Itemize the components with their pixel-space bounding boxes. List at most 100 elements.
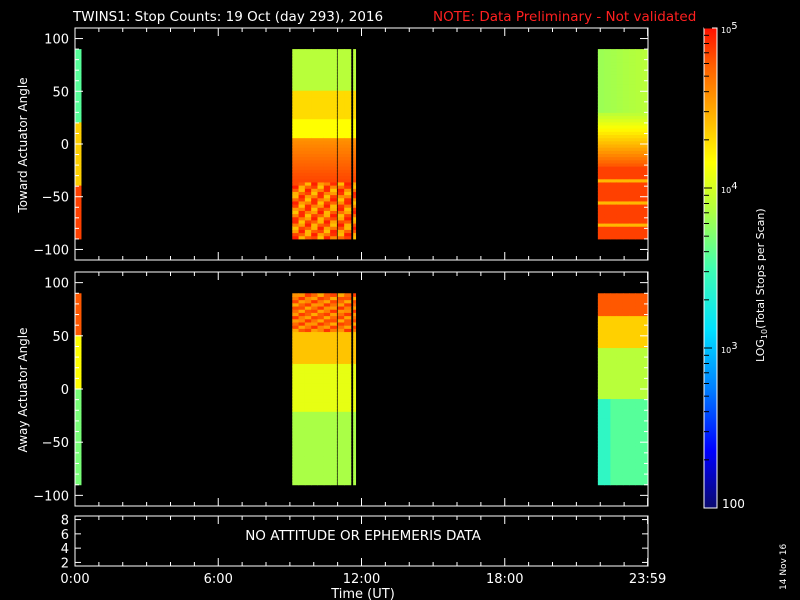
heatmap-cell: [629, 90, 636, 94]
heatmap-cell: [622, 382, 630, 387]
heatmap-cell: [311, 175, 318, 180]
heatmap-cell: [622, 172, 630, 177]
heatmap-cell: [330, 169, 337, 173]
heatmap-cell: [330, 334, 337, 339]
heatmap-cell: [622, 293, 630, 297]
heatmap-cell: [344, 443, 352, 447]
heatmap-cell: [622, 90, 630, 94]
heatmap-cell: [597, 223, 605, 227]
heatmap-cell: [323, 131, 331, 136]
heatmap-cell: [629, 382, 636, 387]
heatmap-cell: [629, 172, 636, 177]
heatmap-cell: [604, 172, 611, 177]
heatmap-cell: [635, 83, 643, 88]
heatmap-cell: [304, 331, 312, 336]
heatmap-cell: [75, 315, 82, 320]
heatmap-cell: [311, 478, 318, 483]
heatmap-cell: [311, 207, 318, 211]
heatmap-cell: [622, 58, 630, 63]
heatmap-cell: [616, 153, 624, 158]
heatmap-cell: [292, 83, 300, 88]
heatmap-cell: [330, 200, 337, 205]
heatmap-cell: [610, 131, 618, 136]
heatmap-cell: [298, 481, 306, 486]
heatmap-cell: [344, 401, 352, 406]
heatmap-cell: [641, 74, 649, 79]
heatmap-cell: [604, 328, 611, 333]
heatmap-cell: [337, 353, 345, 358]
heatmap-segment: [292, 293, 337, 486]
heatmap-cell: [292, 178, 300, 183]
heatmap-cell: [292, 376, 300, 380]
heatmap-cell: [311, 302, 318, 307]
heatmap-cell: [323, 235, 331, 240]
heatmap-cell: [337, 140, 345, 145]
heatmap-cell: [641, 169, 649, 173]
heatmap-cell: [610, 344, 618, 349]
heatmap-cell: [610, 52, 618, 56]
heatmap-cell: [635, 341, 643, 345]
heatmap-cell: [292, 229, 300, 234]
heatmap-cell: [629, 353, 636, 358]
heatmap-cell: [629, 306, 636, 310]
heatmap-cell: [304, 191, 312, 196]
heatmap-cell: [641, 80, 649, 85]
heatmap-cell: [610, 452, 618, 457]
heatmap-cell: [622, 452, 630, 457]
heatmap-cell: [616, 344, 624, 349]
heatmap-cell: [604, 385, 611, 390]
heatmap-cell: [597, 131, 605, 136]
heatmap-cell: [75, 433, 82, 438]
heatmap-cell: [604, 58, 611, 63]
heatmap-cell: [641, 357, 649, 361]
heatmap-cell: [610, 321, 618, 326]
heatmap-cell: [597, 449, 605, 454]
heatmap-cell: [635, 134, 643, 139]
heatmap-cell: [629, 385, 636, 390]
heatmap-cell: [317, 459, 325, 463]
heatmap-cell: [311, 144, 318, 148]
heatmap-cell: [597, 71, 605, 75]
heatmap-cell: [75, 175, 82, 180]
heatmap-cell: [75, 144, 82, 148]
heatmap-cell: [330, 350, 337, 355]
heatmap-cell: [629, 232, 636, 237]
heatmap-cell: [610, 420, 618, 425]
heatmap-cell: [344, 331, 352, 336]
toward-angle-ylabel: Toward Actuator Angle: [16, 77, 30, 213]
heatmap-cell: [317, 309, 325, 313]
heatmap-cell: [344, 191, 352, 196]
heatmap-cell: [622, 128, 630, 132]
heatmap-cell: [323, 210, 331, 215]
heatmap-cell: [622, 232, 630, 237]
heatmap-cell: [311, 468, 318, 473]
heatmap-cell: [304, 115, 312, 120]
heatmap-cell: [330, 325, 337, 329]
heatmap-cell: [304, 411, 312, 416]
heatmap-cell: [292, 49, 300, 53]
heatmap-cell: [616, 55, 624, 60]
heatmap-cell: [597, 144, 605, 148]
heatmap-cell: [622, 80, 630, 85]
heatmap-cell: [330, 299, 337, 304]
heatmap-cell: [635, 471, 643, 476]
heatmap-cell: [597, 99, 605, 104]
heatmap-cell: [604, 459, 611, 463]
heatmap-cell: [597, 318, 605, 323]
heatmap-cell: [635, 446, 643, 451]
heatmap-cell: [641, 102, 649, 107]
heatmap-cell: [353, 118, 357, 123]
heatmap-cell: [616, 150, 624, 154]
heatmap-cell: [604, 360, 611, 364]
heatmap-cell: [344, 309, 352, 313]
heatmap-cell: [344, 197, 352, 202]
heatmap-cell: [337, 296, 345, 301]
heatmap-cell: [323, 49, 331, 53]
heatmap-cell: [616, 68, 624, 72]
heatmap-cell: [298, 443, 306, 447]
heatmap-cell: [330, 204, 337, 208]
heatmap-cell: [317, 169, 325, 173]
heatmap-cell: [298, 210, 306, 215]
heatmap-cell: [337, 379, 345, 384]
heatmap-cell: [311, 417, 318, 422]
